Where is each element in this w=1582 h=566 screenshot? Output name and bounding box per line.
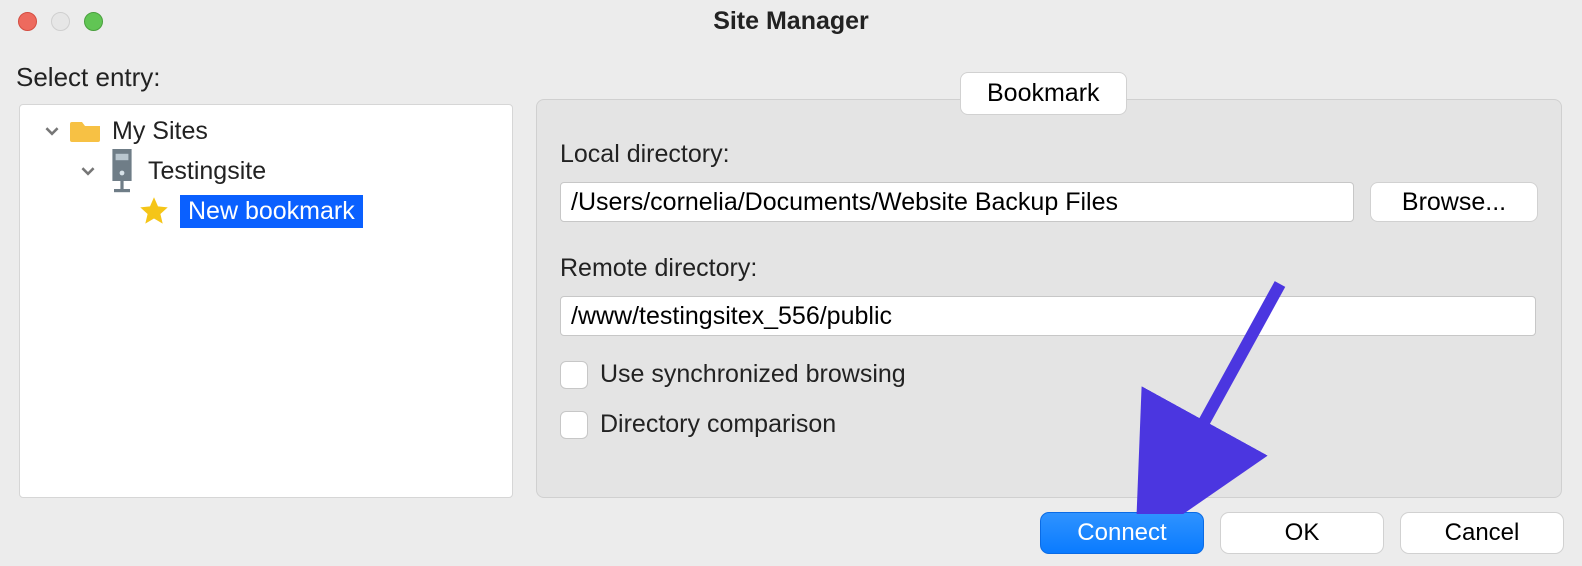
local-directory-input[interactable] [560, 182, 1354, 222]
chevron-down-icon[interactable] [80, 163, 96, 179]
checkbox-icon[interactable] [560, 411, 588, 439]
directory-comparison-checkbox[interactable]: Directory comparison [560, 410, 836, 439]
chevron-down-icon[interactable] [44, 123, 60, 139]
tree-root-my-sites[interactable]: My Sites [20, 111, 512, 151]
remote-directory-label: Remote directory: [560, 254, 757, 283]
cancel-button[interactable]: Cancel [1400, 512, 1564, 554]
minimize-icon [51, 12, 70, 31]
remote-directory-input[interactable] [560, 296, 1536, 336]
connect-button[interactable]: Connect [1040, 512, 1204, 554]
entry-tree: My Sites Testingsite New bookmark [19, 104, 513, 498]
tree-bookmark-label: New bookmark [180, 195, 363, 228]
tree-site-testingsite[interactable]: Testingsite [20, 151, 512, 191]
tree-site-label: Testingsite [148, 157, 266, 186]
checkbox-icon[interactable] [560, 361, 588, 389]
tree-root-label: My Sites [112, 117, 208, 146]
sync-browsing-label: Use synchronized browsing [600, 360, 906, 389]
local-directory-label: Local directory: [560, 140, 730, 169]
browse-button[interactable]: Browse... [1370, 182, 1538, 222]
directory-comparison-label: Directory comparison [600, 410, 836, 439]
zoom-icon[interactable] [84, 12, 103, 31]
server-icon [106, 157, 138, 185]
select-entry-label: Select entry: [16, 62, 161, 93]
tab-bookmark[interactable]: Bookmark [960, 72, 1127, 115]
folder-icon [70, 117, 102, 145]
sync-browsing-checkbox[interactable]: Use synchronized browsing [560, 360, 906, 389]
ok-button[interactable]: OK [1220, 512, 1384, 554]
star-icon [138, 197, 170, 225]
tree-bookmark-new[interactable]: New bookmark [20, 191, 512, 231]
window-title: Site Manager [0, 0, 1582, 42]
close-icon[interactable] [18, 12, 37, 31]
titlebar: Site Manager [0, 0, 1582, 42]
